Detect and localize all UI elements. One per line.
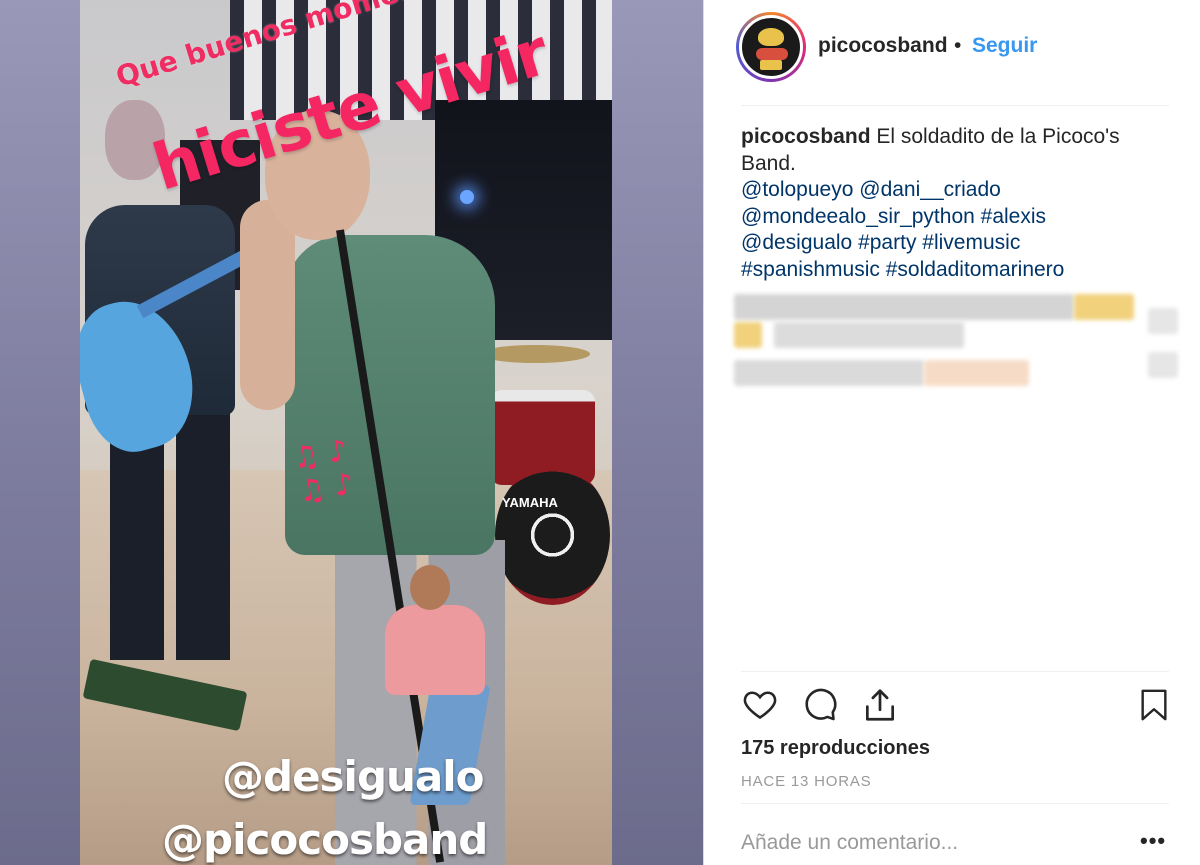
divider — [741, 671, 1169, 672]
dancer-sticker-head — [410, 565, 450, 610]
mention-tolopueyo[interactable]: @tolopueyo — [741, 178, 853, 201]
hashtag-soldaditomarinero[interactable]: #soldaditomarinero — [886, 258, 1065, 281]
post-timestamp[interactable]: HACE 13 HORAS — [741, 773, 871, 790]
post-media[interactable]: YAMAHA Que buenos momentos nos hiciste v… — [0, 0, 703, 865]
avatar-logo-banner — [756, 48, 788, 60]
hashtag-spanishmusic[interactable]: #spanishmusic — [741, 258, 880, 281]
action-bar — [741, 686, 1171, 726]
comment-icon[interactable] — [801, 686, 841, 726]
mention-desigualo[interactable]: @desigualo — [741, 231, 852, 254]
follow-button[interactable]: Seguir — [972, 34, 1037, 58]
drum-brand-label: YAMAHA — [502, 495, 558, 510]
avatar-logo-base — [760, 60, 782, 70]
heart-icon[interactable] — [741, 686, 781, 726]
divider — [741, 105, 1169, 106]
post-header: picocosband • Seguir — [704, 0, 1200, 104]
post-sidebar: picocosband • Seguir picocosband El sold… — [703, 0, 1200, 865]
stage-light — [460, 190, 474, 204]
more-options-button[interactable]: ••• — [1140, 828, 1166, 854]
avatar[interactable] — [739, 15, 803, 79]
dancer-sticker — [385, 605, 485, 695]
avatar-logo-bird — [758, 28, 784, 46]
post-caption: picocosband El soldadito de la Picoco's … — [741, 124, 1171, 283]
blurred-text — [1148, 352, 1178, 378]
blurred-text — [734, 294, 1074, 320]
blurred-text — [734, 322, 762, 348]
story-video[interactable]: YAMAHA Que buenos momentos nos hiciste v… — [80, 0, 612, 865]
view-count[interactable]: 175 reproducciones — [741, 737, 930, 760]
hashtag-alexis[interactable]: #alexis — [981, 205, 1046, 228]
hashtag-livemusic[interactable]: #livemusic — [922, 231, 1020, 254]
cymbal — [480, 345, 590, 363]
header-username[interactable]: picocosband — [818, 34, 948, 58]
bookmark-icon[interactable] — [1137, 686, 1177, 726]
caption-username[interactable]: picocosband — [741, 125, 871, 148]
blurred-text — [1148, 308, 1178, 334]
singer-arm — [240, 200, 295, 410]
blurred-text — [734, 360, 924, 386]
blurred-text — [1074, 294, 1134, 320]
divider — [741, 803, 1169, 804]
blurred-text — [924, 360, 1029, 386]
separator-dot: • — [954, 34, 962, 57]
story-mention-picocosband[interactable]: @picocosband — [162, 815, 488, 864]
avatar-story-ring[interactable] — [736, 12, 806, 82]
blurred-comments — [734, 290, 1198, 400]
music-notes-sticker: ♫ ♪ ♫ ♪ — [289, 432, 357, 511]
comment-input[interactable] — [741, 826, 1126, 860]
hashtag-party[interactable]: #party — [858, 231, 916, 254]
mention-dani-criado[interactable]: @dani__criado — [859, 178, 1001, 201]
mention-mondeealo-sir-python[interactable]: @mondeealo_sir_python — [741, 205, 975, 228]
blurred-text — [774, 322, 964, 348]
share-icon[interactable] — [861, 686, 901, 726]
story-mention-desigualo[interactable]: @desigualo — [222, 752, 485, 801]
kick-drum — [495, 465, 610, 605]
